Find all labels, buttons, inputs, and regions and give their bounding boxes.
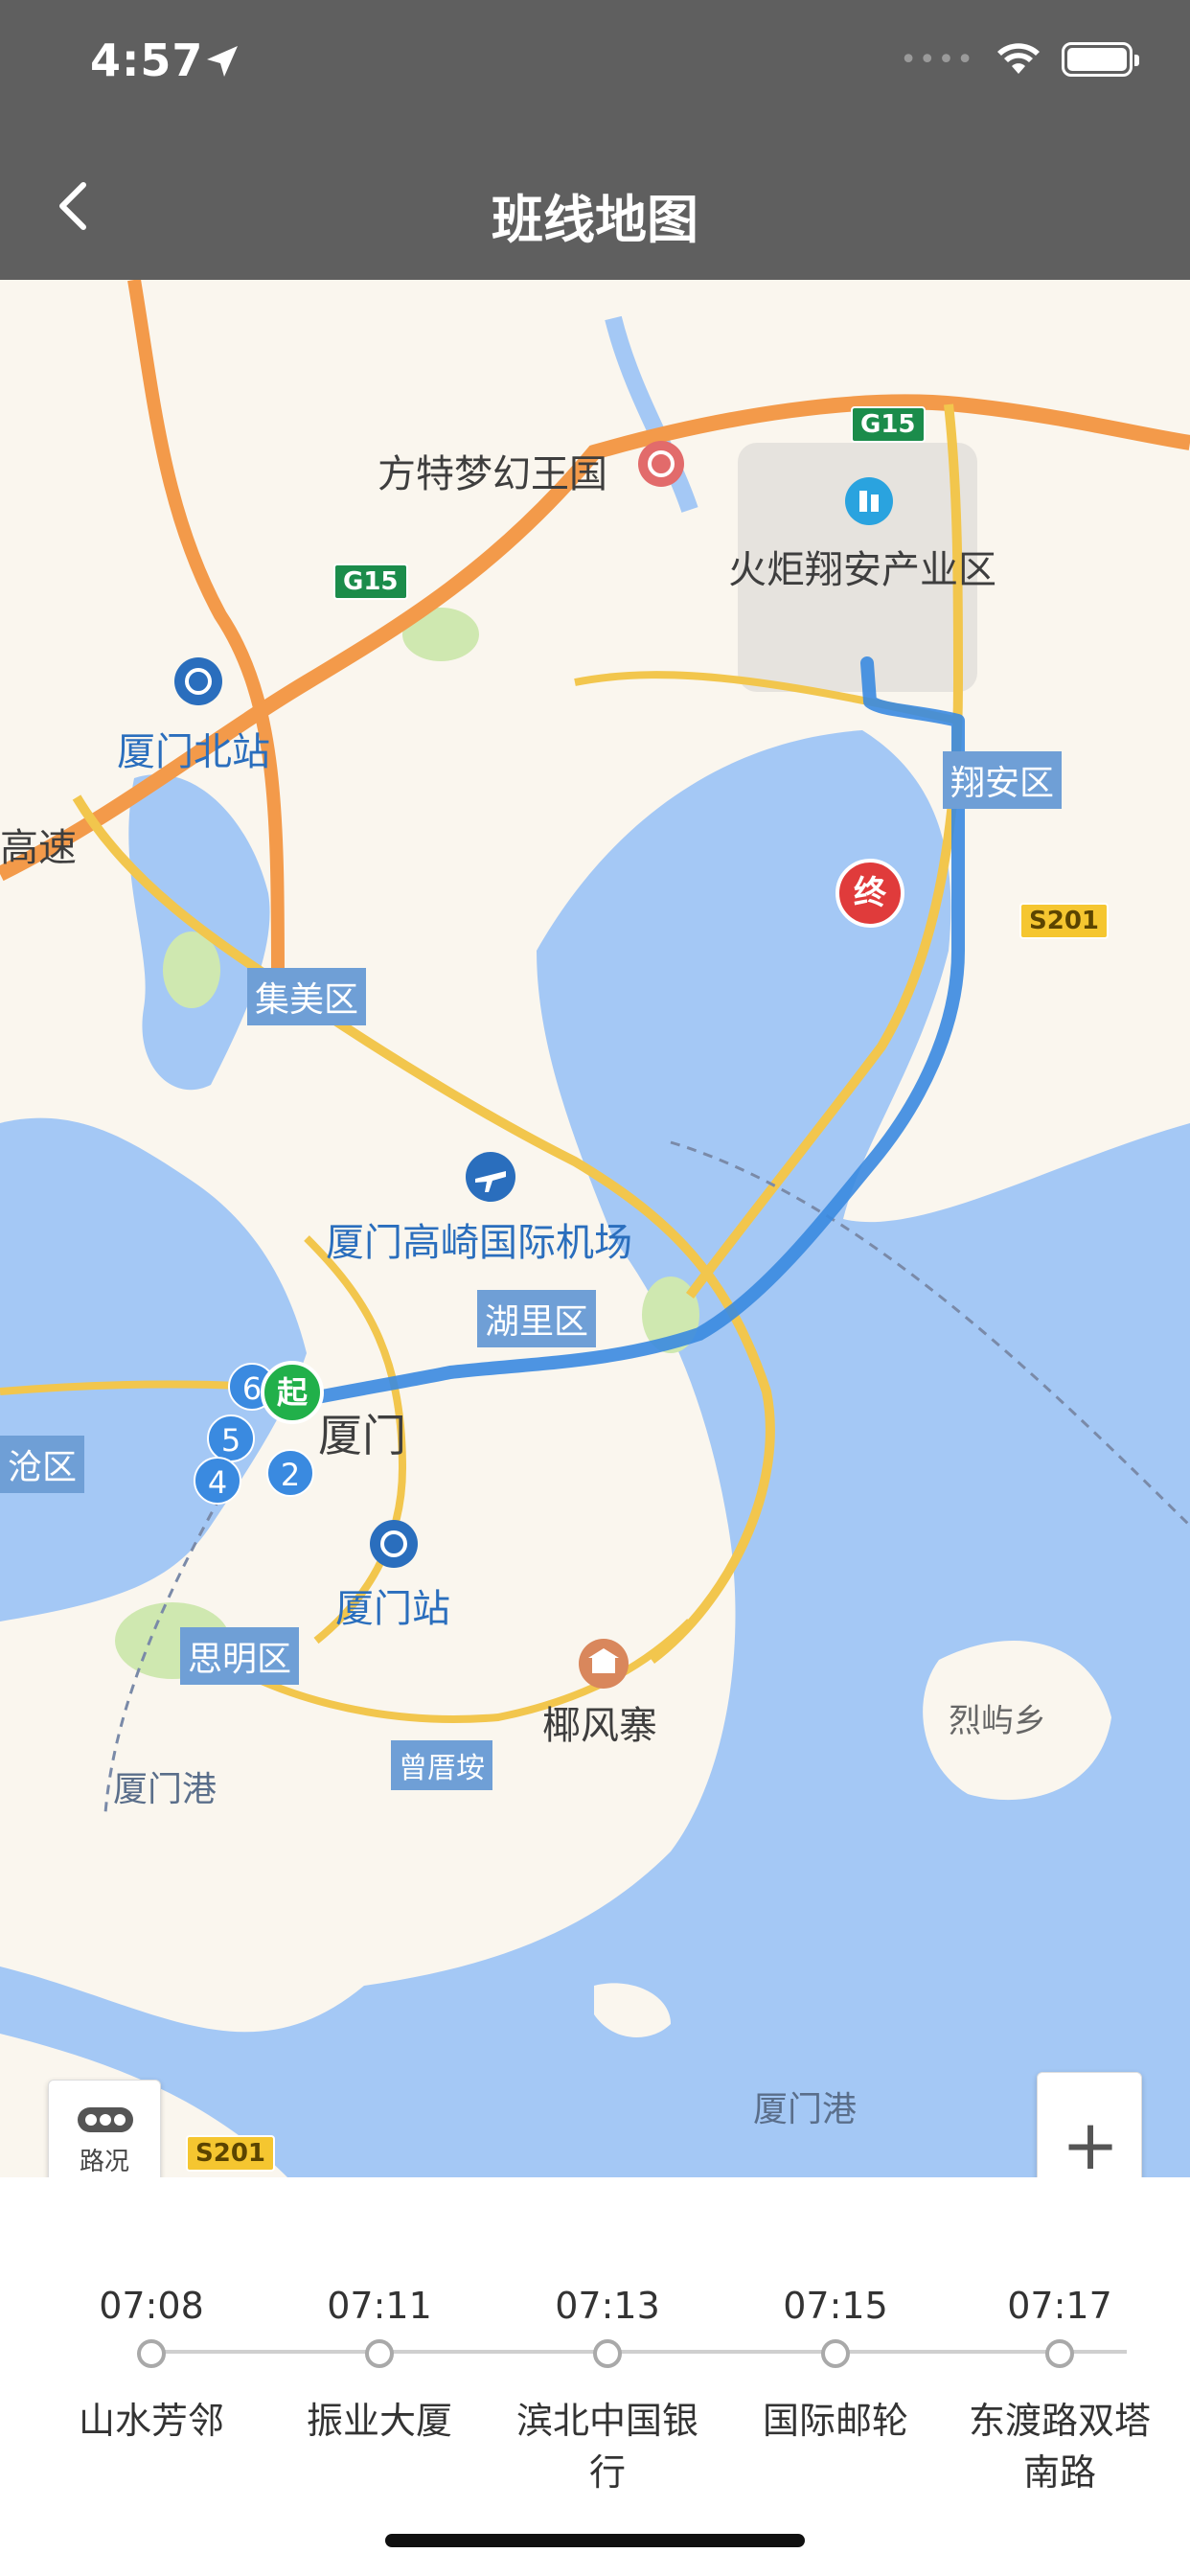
page-title: 班线地图 <box>492 190 698 250</box>
map-label-huoju: 火炬翔安产业区 <box>728 548 996 592</box>
district-label-xiangan: 翔安区 <box>943 751 1063 809</box>
district-label-cangqu: 沧区 <box>0 1436 85 1493</box>
train-station-icon <box>174 657 222 705</box>
traffic-label: 路况 <box>79 2148 129 2176</box>
stop-name: 滨北中国银行 <box>515 2400 698 2494</box>
stop-dot <box>1045 2339 1074 2368</box>
timeline-stop[interactable]: 07:13 滨北中国银行 <box>492 2177 722 2498</box>
train-station-icon <box>370 1520 418 1568</box>
stop-marker[interactable]: 4 <box>194 1457 241 1505</box>
signal-icon: •••• <box>900 42 975 77</box>
stop-time: 07:17 <box>1007 2285 1112 2327</box>
stop-time: 07:08 <box>99 2285 204 2327</box>
status-icons: •••• <box>900 42 1139 77</box>
stop-time: 07:13 <box>555 2285 660 2327</box>
airport-icon <box>466 1152 515 1202</box>
zoom-in-button[interactable]: + <box>1038 2073 1143 2177</box>
map-label-lieyu: 烈屿乡 <box>949 1702 1046 1740</box>
stop-time: 07:11 <box>327 2285 432 2327</box>
map-label-xiamen-port-bottom: 厦门港 <box>753 2090 858 2129</box>
traffic-toggle-button[interactable]: 路况 <box>48 2080 161 2177</box>
location-arrow-icon <box>207 46 238 77</box>
stop-dot <box>365 2339 394 2368</box>
building-icon <box>845 477 893 525</box>
stop-dot <box>593 2339 622 2368</box>
zoom-control: + − <box>1037 2072 1142 2177</box>
map-label-airport: 厦门高崎国际机场 <box>326 1221 632 1265</box>
map-label-fangte: 方特梦幻王国 <box>378 452 607 496</box>
stop-name: 振业大厦 <box>306 2400 452 2442</box>
map-label-yefengzhai: 椰风寨 <box>542 1704 657 1748</box>
stop-name: 山水芳邻 <box>78 2400 224 2442</box>
road-shield-g15: G15 <box>333 564 408 600</box>
road-shield-g15: G15 <box>851 406 926 443</box>
battery-icon <box>1062 42 1139 77</box>
stop-timeline: 07:08 山水芳邻 07:11 振业大厦 07:13 滨北中国银行 07:15… <box>0 2177 1190 2576</box>
nav-header: 4:57 •••• 班线地图 <box>0 0 1190 280</box>
stop-dot <box>137 2339 166 2368</box>
end-pin[interactable]: 终 <box>835 859 904 928</box>
map-label-xiamen-station: 厦门站 <box>335 1587 450 1631</box>
timeline-stop[interactable]: 07:08 山水芳邻 <box>36 2177 266 2447</box>
wifi-icon <box>997 43 1040 74</box>
stop-marker[interactable]: 5 <box>207 1414 255 1462</box>
map-label-xiamen: 厦门 <box>318 1410 406 1461</box>
stop-dot <box>821 2339 850 2368</box>
map-label-zengcuoan: 曾厝垵 <box>391 1740 492 1790</box>
island-gulangyu <box>115 1806 182 1874</box>
timeline-stop[interactable]: 07:17 东渡路双塔南路 <box>949 2177 1171 2498</box>
stop-time: 07:15 <box>783 2285 888 2327</box>
map-label-xiamen-north: 厦门北站 <box>117 730 270 774</box>
amusement-park-icon <box>638 441 684 487</box>
home-indicator <box>385 2534 805 2547</box>
status-time: 4:57 <box>90 34 204 86</box>
traffic-icon <box>78 2107 133 2132</box>
timeline-stop[interactable]: 07:15 国际邮轮 <box>721 2177 950 2447</box>
district-label-siming: 思明区 <box>180 1627 300 1685</box>
timeline-stop[interactable]: 07:11 振业大厦 <box>264 2177 494 2447</box>
temple-icon <box>579 1639 629 1689</box>
district-label-jimei: 集美区 <box>247 968 367 1025</box>
map-label-xiamen-port-left: 厦门港 <box>113 1770 217 1809</box>
district-label-huli: 湖里区 <box>477 1290 597 1347</box>
stop-marker[interactable]: 2 <box>266 1449 314 1497</box>
road-shield-s201: S201 <box>186 2135 275 2172</box>
map-label-gaosu: 高速 <box>0 826 77 870</box>
stop-name: 国际邮轮 <box>762 2400 908 2442</box>
start-pin[interactable]: 起 <box>261 1361 324 1424</box>
stop-name: 东渡路双塔南路 <box>968 2400 1151 2494</box>
road-shield-s201: S201 <box>1019 903 1109 939</box>
route-map[interactable]: 方特梦幻王国 火炬翔安产业区 厦门北站 高速 集美区 翔安区 厦门高崎国际机场 … <box>0 280 1190 2177</box>
